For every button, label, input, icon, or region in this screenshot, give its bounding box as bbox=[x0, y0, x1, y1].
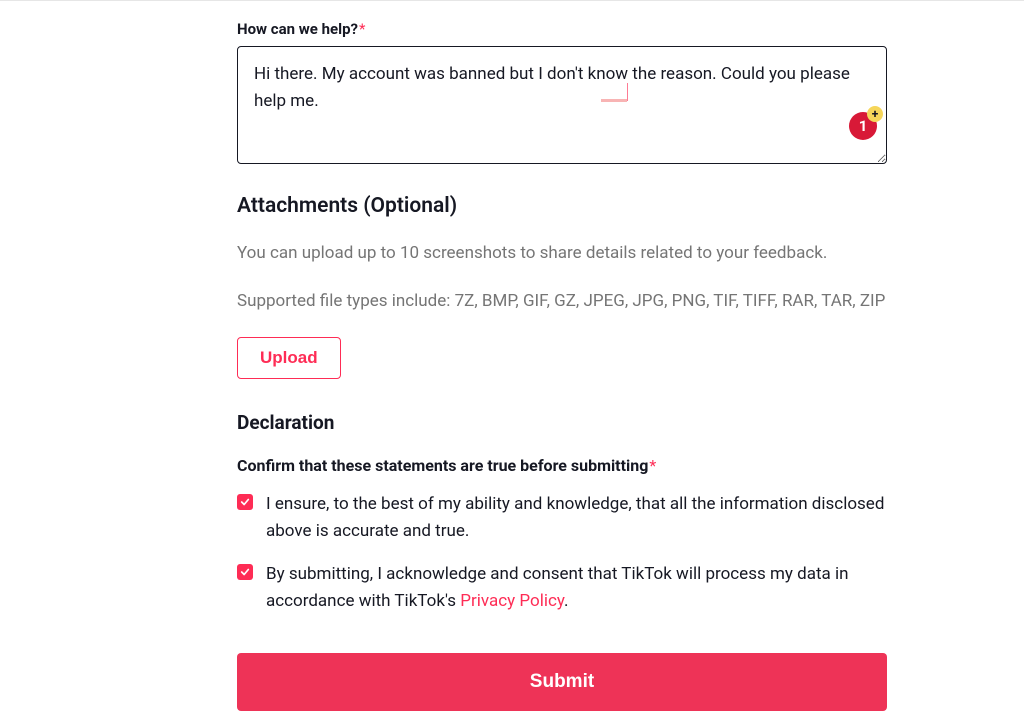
help-label: How can we help?* bbox=[237, 20, 887, 38]
required-asterisk: * bbox=[649, 456, 656, 475]
checkbox-2-text: By submitting, I acknowledge and consent… bbox=[266, 561, 887, 615]
privacy-policy-link[interactable]: Privacy Policy bbox=[460, 591, 564, 611]
top-divider bbox=[0, 0, 1024, 1]
check-icon bbox=[240, 567, 250, 577]
upload-button[interactable]: Upload bbox=[237, 337, 341, 379]
confirm-label: Confirm that these statements are true b… bbox=[237, 456, 887, 475]
check-icon bbox=[240, 497, 250, 507]
required-asterisk: * bbox=[359, 20, 365, 38]
attachments-helper-2: Supported file types include: 7Z, BMP, G… bbox=[237, 288, 887, 314]
confirm-label-text: Confirm that these statements are true b… bbox=[237, 456, 648, 475]
attachments-helper-1: You can upload up to 10 screenshots to s… bbox=[237, 240, 887, 266]
attachments-title: Attachments (Optional) bbox=[237, 194, 887, 218]
checkbox-row-1: I ensure, to the best of my ability and … bbox=[237, 491, 887, 545]
help-textarea[interactable] bbox=[237, 46, 887, 164]
checkbox-row-2: By submitting, I acknowledge and consent… bbox=[237, 561, 887, 615]
checkbox-2-suffix: . bbox=[564, 591, 568, 611]
checkbox-2[interactable] bbox=[237, 564, 253, 580]
textarea-wrap: 1 + bbox=[237, 46, 887, 168]
checkbox-1[interactable] bbox=[237, 494, 253, 510]
help-label-text: How can we help? bbox=[237, 20, 358, 38]
checkbox-1-text: I ensure, to the best of my ability and … bbox=[266, 491, 887, 545]
declaration-title: Declaration bbox=[237, 411, 887, 434]
submit-button[interactable]: Submit bbox=[237, 653, 887, 711]
feedback-form: How can we help?* 1 + Attachments (Optio… bbox=[237, 0, 887, 711]
